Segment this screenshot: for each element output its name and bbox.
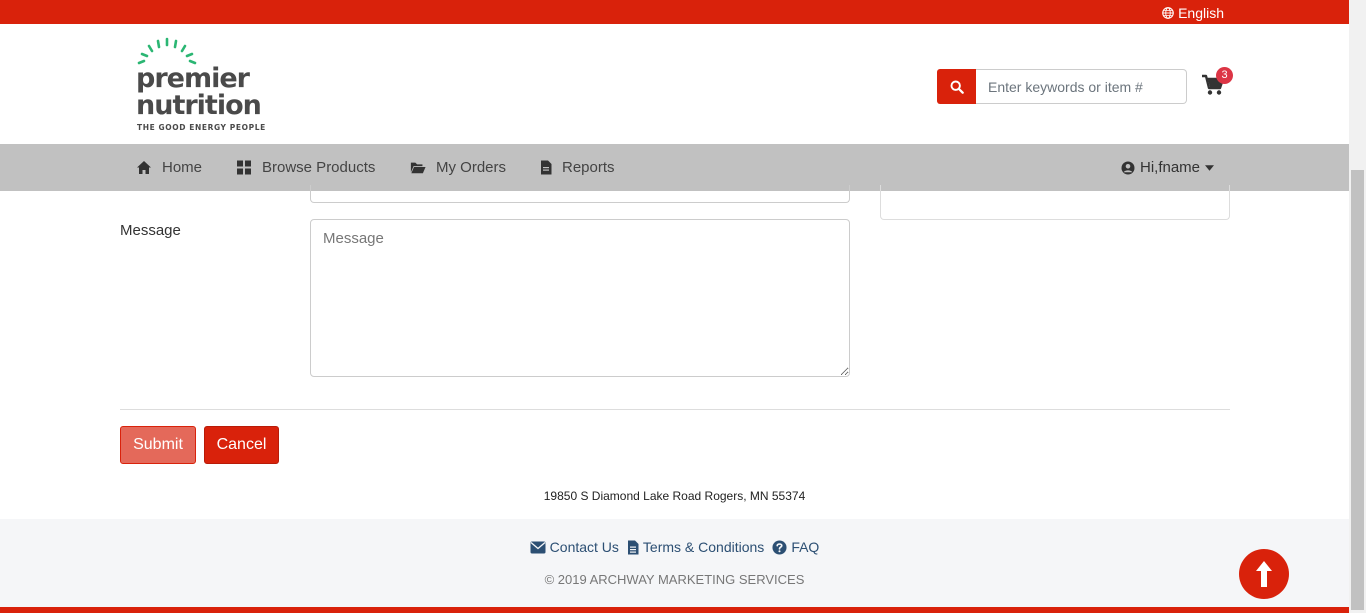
search-button[interactable]	[937, 69, 976, 104]
file-icon	[541, 160, 552, 175]
header: premier nutrition THE GOOD ENERGY PEOPLE…	[0, 24, 1349, 144]
footer: Contact Us Terms & Conditions FAQ © 2019…	[0, 519, 1349, 607]
language-label: English	[1178, 5, 1224, 21]
company-address: 19850 S Diamond Lake Road Rogers, MN 553…	[543, 489, 806, 503]
nav-item-home[interactable]: Home	[136, 144, 202, 191]
cart-count-badge: 3	[1216, 67, 1233, 84]
grid-icon	[237, 160, 251, 175]
scroll-to-top-button[interactable]	[1239, 549, 1289, 599]
search-input[interactable]	[976, 69, 1187, 104]
faq-label: FAQ	[791, 539, 820, 555]
search-bar	[937, 69, 1187, 104]
submit-button[interactable]: Submit	[120, 426, 196, 464]
nav-item-reports[interactable]: Reports	[540, 144, 615, 191]
contact-us-label: Contact Us	[549, 539, 619, 555]
message-textarea[interactable]	[310, 219, 850, 377]
page-scrollbar[interactable]	[1349, 0, 1366, 613]
contact-us-link[interactable]: Contact Us	[530, 539, 619, 555]
user-circle-icon	[1121, 161, 1135, 174]
document-icon	[627, 540, 639, 554]
copyright-text: © 2019 ARCHWAY MARKETING SERVICES	[544, 572, 805, 587]
brand-name-line1: premier	[136, 63, 250, 94]
caret-down-icon	[1205, 164, 1215, 171]
nav-label-home: Home	[162, 159, 203, 176]
brand-tagline: THE GOOD ENERGY PEOPLE	[137, 123, 266, 132]
message-label: Message	[120, 222, 181, 239]
language-selector[interactable]: English	[1162, 5, 1224, 21]
cancel-button[interactable]: Cancel	[204, 426, 279, 464]
previous-field-input[interactable]	[310, 185, 850, 203]
bottom-accent-bar	[0, 607, 1349, 613]
brand-logo[interactable]: premier nutrition THE GOOD ENERGY PEOPLE	[136, 37, 276, 132]
brand-name-line2: nutrition	[136, 90, 262, 121]
arrow-up-icon	[1256, 561, 1272, 587]
side-panel	[880, 185, 1230, 220]
terms-conditions-label: Terms & Conditions	[642, 539, 765, 555]
user-menu-dropdown[interactable]: Hi,fname	[1121, 144, 1215, 191]
nav-label-reports: Reports	[562, 159, 615, 176]
nav-label-my-orders: My Orders	[436, 159, 507, 176]
terms-conditions-link[interactable]: Terms & Conditions	[627, 539, 764, 555]
nav-label-browse-products: Browse Products	[262, 159, 376, 176]
cart-button[interactable]: 3	[1201, 67, 1233, 98]
faq-link[interactable]: FAQ	[772, 539, 819, 555]
folder-open-icon	[410, 162, 426, 174]
globe-icon	[1162, 7, 1174, 19]
envelope-icon	[530, 541, 546, 553]
footer-links: Contact Us Terms & Conditions FAQ	[0, 539, 1349, 555]
question-circle-icon	[772, 539, 787, 555]
search-icon	[950, 80, 964, 94]
home-icon	[137, 161, 151, 174]
scrollbar-thumb[interactable]	[1351, 170, 1364, 610]
nav-item-my-orders[interactable]: My Orders	[410, 144, 506, 191]
form-divider	[120, 409, 1230, 410]
top-bar: English	[0, 0, 1349, 24]
main-nav: Home Browse Products My Orders Reports H…	[0, 144, 1349, 191]
nav-item-browse-products[interactable]: Browse Products	[236, 144, 375, 191]
user-greeting: Hi,fname	[1140, 159, 1201, 176]
